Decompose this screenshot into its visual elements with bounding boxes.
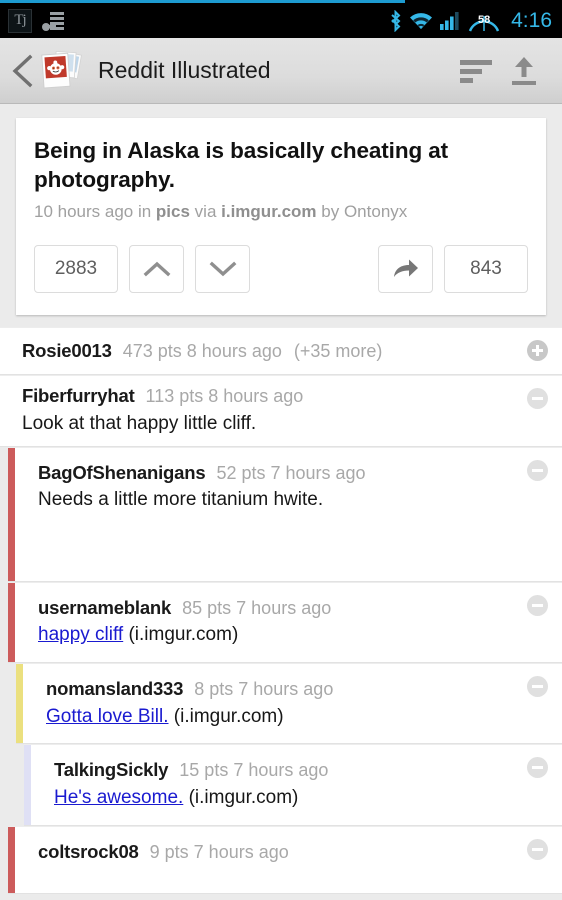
comment-depth-bar	[24, 745, 31, 825]
comment-row[interactable]: coltsrock08 9 pts 7 hours ago	[8, 825, 562, 895]
comment-depth-bar	[8, 826, 15, 894]
comment-body: Look at that happy little cliff.	[22, 412, 257, 434]
comment-header: Rosie0013 473 pts 8 hours ago (+35 more)	[22, 340, 514, 363]
comment-author[interactable]: Fiberfurryhat	[22, 385, 135, 406]
expand-comment-icon[interactable]	[527, 339, 548, 361]
upload-button[interactable]	[500, 49, 548, 93]
post-meta-domain[interactable]: i.imgur.com	[221, 202, 316, 221]
comment-list: Rosie0013 473 pts 8 hours ago (+35 more) F…	[0, 326, 562, 895]
post-meta-time: 10 hours ago in	[34, 201, 156, 221]
share-arrow-icon	[393, 259, 418, 277]
comment-author[interactable]: TalkingSickly	[54, 759, 168, 780]
post-card[interactable]: Being in Alaska is basically cheating at…	[16, 118, 546, 315]
collapse-comment-icon[interactable]	[527, 388, 548, 410]
signal-strength-icon	[440, 12, 459, 30]
app-logo-icon[interactable]	[38, 48, 84, 94]
comment-row[interactable]: BagOfShenanigans 52 pts 7 hours ago Needs…	[8, 446, 562, 582]
collapse-comment-icon[interactable]	[527, 459, 548, 481]
comment-info: 52 pts 7 hours ago	[216, 462, 366, 483]
comment-link-domain: (i.imgur.com)	[183, 787, 299, 808]
comment-link-domain: (i.imgur.com)	[123, 624, 239, 646]
back-chevron-icon[interactable]	[10, 54, 36, 88]
comment-count-button[interactable]: 843	[444, 244, 528, 293]
comment-depth-bar	[16, 664, 23, 744]
comment-author[interactable]: Rosie0013	[22, 340, 112, 361]
post-score-button[interactable]: 2883	[34, 244, 118, 293]
post-meta-subreddit[interactable]: pics	[156, 202, 190, 221]
collapse-comment-icon[interactable]	[527, 838, 548, 860]
progress-fill	[0, 0, 405, 3]
comment-info: 113 pts 8 hours ago	[145, 386, 304, 407]
downvote-button[interactable]	[195, 244, 250, 293]
comment-header: Fiberfurryhat 113 pts 8 hours ago	[22, 385, 514, 408]
comment-depth-bar	[8, 582, 15, 663]
comment-info: 15 pts 7 hours ago	[179, 760, 329, 781]
comment-row[interactable]: usernameblank 85 pts 7 hours ago happy cl…	[8, 581, 562, 664]
status-bar: Tj 58 4:16	[0, 3, 562, 38]
action-bar: Reddit Illustrated	[0, 38, 562, 104]
tj-icon: Tj	[8, 8, 32, 33]
post-action-row: 2883 843	[16, 223, 546, 315]
chevron-up-icon	[143, 261, 170, 277]
sort-icon	[460, 59, 492, 83]
comment-row[interactable]: Rosie0013 473 pts 8 hours ago (+35 more)	[0, 326, 562, 376]
comment-header: coltsrock08 9 pts 7 hours ago	[38, 841, 514, 864]
post-title: Being in Alaska is basically cheating at…	[34, 138, 449, 192]
comment-body: Needs a little more titanium hwite.	[38, 489, 324, 511]
comment-body: Gotta love Bill. (i.imgur.com)	[46, 705, 514, 730]
comment-body: He's awesome. (i.imgur.com)	[54, 786, 514, 811]
comment-link[interactable]: Gotta love Bill.	[46, 706, 169, 727]
comment-row[interactable]: Fiberfurryhat 113 pts 8 hours ago Look at…	[0, 375, 562, 447]
collapse-comment-icon[interactable]	[527, 594, 548, 616]
status-bar-system-icons: 58 4:16	[389, 9, 552, 33]
comment-body: happy cliff (i.imgur.com)	[38, 623, 514, 648]
sort-button[interactable]	[452, 49, 500, 93]
status-bar-notifications: Tj	[8, 8, 64, 33]
comment-author[interactable]: nomansland333	[46, 678, 183, 699]
share-button[interactable]	[378, 244, 433, 293]
comment-header: usernameblank 85 pts 7 hours ago	[38, 597, 514, 620]
comment-row[interactable]: TalkingSickly 15 pts 7 hours ago He's awe…	[24, 744, 562, 826]
clock-label: 4:16	[511, 8, 552, 32]
comment-info: 9 pts 7 hours ago	[149, 841, 289, 862]
comment-header: BagOfShenanigans 52 pts 7 hours ago	[38, 462, 514, 485]
comment-depth-bar	[8, 447, 15, 581]
bluetooth-icon	[391, 9, 401, 32]
comment-info: 473 pts 8 hours ago	[122, 340, 282, 361]
battery-icon: 58	[467, 9, 501, 33]
post-meta: 10 hours ago in pics via i.imgur.com by …	[16, 195, 546, 223]
comment-info: 85 pts 7 hours ago	[182, 597, 332, 618]
post-meta-via: via	[189, 201, 222, 221]
collapse-comment-icon[interactable]	[527, 676, 548, 698]
comment-author[interactable]: BagOfShenanigans	[38, 462, 206, 483]
comment-row[interactable]: nomansland333 8 pts 7 hours ago Gotta lov…	[16, 663, 562, 745]
chevron-down-icon	[209, 261, 236, 276]
content-scroll-area[interactable]: Being in Alaska is basically cheating at…	[0, 104, 562, 899]
battery-percent-label: 58	[478, 14, 491, 26]
wifi-icon	[410, 13, 433, 29]
comment-header: TalkingSickly 15 pts 7 hours ago	[54, 759, 514, 782]
comment-link[interactable]: happy cliff	[38, 624, 123, 645]
upvote-button[interactable]	[129, 244, 184, 293]
comment-author[interactable]: coltsrock08	[38, 841, 139, 862]
comment-more-count[interactable]: (+35 more)	[294, 341, 383, 361]
post-meta-author: by Ontonyx	[316, 201, 408, 221]
page-title: Reddit Illustrated	[98, 57, 271, 83]
playlist-icon	[42, 11, 64, 31]
comment-link[interactable]: He's awesome.	[54, 787, 183, 808]
comment-info: 8 pts 7 hours ago	[194, 679, 334, 700]
upload-icon	[512, 56, 536, 85]
comment-link-domain: (i.imgur.com)	[168, 705, 284, 727]
comment-author[interactable]: usernameblank	[38, 597, 171, 618]
collapse-comment-icon[interactable]	[527, 757, 548, 779]
comment-header: nomansland333 8 pts 7 hours ago	[46, 678, 514, 701]
page-load-progress-bar	[0, 0, 562, 3]
